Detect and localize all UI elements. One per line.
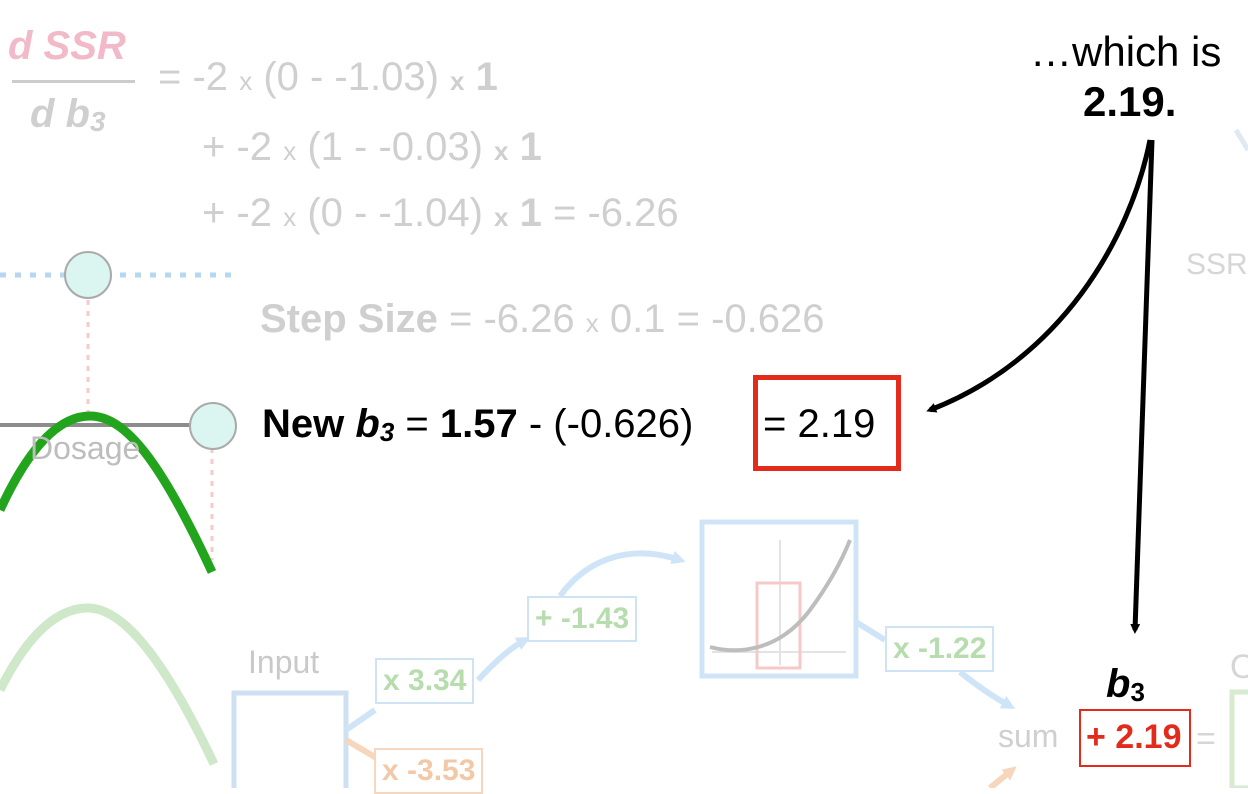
derivative-factor: 1: [475, 55, 498, 99]
derivative-factor: 1: [519, 125, 542, 169]
derivative-line-2: + -2 x (1 - -0.03) x 1: [202, 124, 542, 174]
weight-label-1: x 3.34: [375, 658, 475, 704]
coefficient: -2: [236, 191, 273, 235]
b3-heading-var: b: [1106, 662, 1131, 706]
callout-arrow-to-b3: [1130, 139, 1155, 634]
residual-term: (1 - -0.03): [307, 125, 483, 169]
connection-b1-act: [557, 550, 686, 598]
callout-line-1: …which is: [1030, 28, 1222, 75]
input-label: Input: [248, 644, 320, 680]
plus-sign: +: [202, 125, 226, 169]
callout-arrow-to-result: [926, 139, 1153, 413]
b3-heading-subscript: 3: [1130, 677, 1145, 707]
times-sign: x: [283, 202, 297, 232]
connection-input-w1: [344, 707, 377, 733]
sum-label: sum: [998, 718, 1059, 754]
callout-line-2: 2.19.: [1083, 78, 1177, 125]
derivative-factor: 1: [519, 191, 542, 235]
residual-term: (0 - -1.04): [307, 191, 483, 235]
minus-step: - (-0.626): [528, 402, 694, 446]
step-size-slope: = -6.26: [448, 297, 575, 341]
weight-label-2: x -1.22: [885, 626, 995, 672]
new-b3-equation: New b3 = 1.57 - (-0.626): [262, 402, 693, 448]
ssr-axis-label: SSR: [1186, 248, 1248, 281]
input-node: [231, 690, 349, 788]
times-sign: x: [494, 136, 509, 166]
step-size-rest: 0.1 = -0.626: [609, 297, 825, 341]
step-size-equation: Step Size = -6.26 x 0.1 = -0.626: [260, 296, 824, 346]
b3-equals-sign: =: [1196, 720, 1216, 758]
coefficient: -2: [236, 125, 273, 169]
derivative-line-3: + -2 x (0 - -1.04) x 1 = -6.26: [202, 190, 679, 240]
old-b3-value: 1.57: [439, 402, 518, 446]
derivative-denominator: d b3: [30, 92, 106, 138]
output-box-fragment: [1229, 689, 1248, 788]
connection-w3-sum: [988, 766, 1017, 788]
denominator-text: d b: [30, 92, 90, 136]
faint-green-curve: [0, 603, 219, 766]
equals-sign: =: [405, 402, 429, 446]
new-b3-result: = 2.19: [763, 402, 876, 446]
residual-term: (0 - -1.03): [263, 55, 439, 99]
axis-dot: [189, 402, 237, 450]
new-label: New: [262, 402, 345, 446]
bias-label-1: + -1.43: [527, 596, 638, 642]
equals-sign: =: [158, 55, 182, 99]
b3-heading: b3: [1106, 662, 1145, 708]
derivative-numerator: d SSR: [8, 24, 126, 68]
step-size-label: Step Size: [260, 297, 438, 341]
background-diagram: [0, 128, 1248, 788]
derivative-result: = -6.26: [553, 191, 679, 235]
weight-label-3: x -3.53: [374, 748, 484, 794]
top-dot: [64, 251, 112, 299]
plus-sign: +: [202, 191, 226, 235]
times-sign: x: [283, 136, 297, 166]
dosage-axis-label: Dosage: [30, 430, 141, 466]
times-sign: x: [239, 66, 253, 96]
times-sign: x: [494, 202, 509, 232]
fraction-bar: [12, 80, 135, 83]
derivative-line-1: = -2 x (0 - -1.03) x 1: [158, 54, 498, 104]
b3-value: + 2.19: [1086, 718, 1182, 756]
output-label-partial: O: [1230, 648, 1248, 686]
connection-w2-sum: [958, 669, 1016, 709]
right-fragment: [1233, 128, 1248, 152]
coefficient: -2: [192, 55, 229, 99]
b-subscript: 3: [379, 417, 395, 447]
b3-var: b3: [355, 402, 395, 447]
connection-w1-b1: [475, 637, 531, 683]
denominator-subscript: 3: [89, 106, 106, 137]
b-var: b: [355, 402, 380, 446]
connection-act-w2: [854, 619, 887, 643]
times-sign: x: [450, 66, 465, 96]
times-sign: x: [585, 308, 599, 338]
